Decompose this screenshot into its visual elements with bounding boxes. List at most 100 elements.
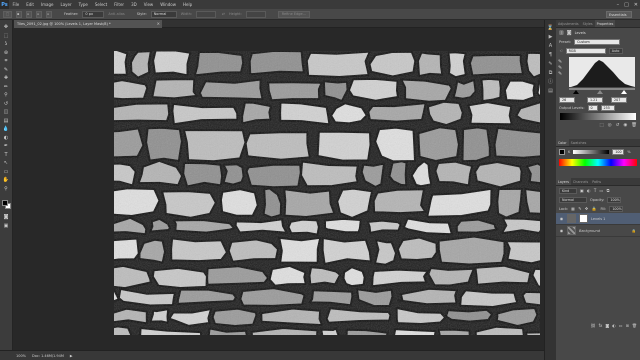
view-previous-icon[interactable]: ◎	[608, 123, 612, 128]
color-preview[interactable]	[559, 149, 565, 155]
tool-preset-picker[interactable]: ⬚	[3, 10, 12, 18]
close-window-button[interactable]: ✕	[634, 2, 638, 8]
preset-select[interactable]: Custom	[574, 38, 621, 45]
tab-channels[interactable]: Channels	[571, 178, 590, 185]
lasso-icon[interactable]: ʖ	[1, 40, 11, 48]
folder-icon[interactable]: ▭	[619, 323, 623, 328]
menu-layer[interactable]: Layer	[57, 2, 75, 7]
pen-icon[interactable]: ✒	[1, 142, 11, 150]
tab-styles[interactable]: Styles	[581, 20, 595, 27]
menu-image[interactable]: Image	[37, 2, 57, 7]
history-brush-icon[interactable]: ↺	[1, 100, 11, 108]
kind-filter-select[interactable]: Kind	[559, 187, 577, 194]
brush-icon[interactable]: ✏	[1, 83, 11, 91]
foreground-color-swatch[interactable]	[2, 200, 8, 206]
hand-icon[interactable]: ✋	[1, 176, 11, 184]
swap-icon[interactable]: ⇄	[222, 12, 225, 16]
nav-icon[interactable]: ▤	[547, 87, 555, 94]
input-black[interactable]: 26	[559, 96, 575, 103]
feather-input[interactable]: 0 px	[82, 10, 105, 18]
blend-mode-select[interactable]: Normal	[559, 196, 587, 203]
output-black[interactable]: 0	[587, 105, 598, 111]
eraser-icon[interactable]: ◫	[1, 108, 11, 116]
link-icon[interactable]: ⛓	[591, 323, 596, 328]
shape-icon[interactable]: ▭	[1, 168, 11, 176]
char-icon[interactable]: A	[547, 42, 555, 49]
mask-icon[interactable]: ◙	[605, 323, 609, 328]
opacity-input[interactable]: 100%	[607, 196, 622, 203]
marquee-icon[interactable]: ⬚	[1, 32, 11, 40]
eyedropper-icon[interactable]: ✎	[1, 66, 11, 74]
menu-select[interactable]: Select	[91, 2, 110, 7]
tab-layers[interactable]: Layers	[556, 178, 571, 185]
layer-thumb[interactable]	[567, 226, 576, 235]
type-icon[interactable]: T	[1, 151, 11, 159]
height-input[interactable]	[245, 10, 266, 18]
menu-file[interactable]: File	[9, 2, 23, 7]
tab-adjustments[interactable]: Adjustments	[556, 20, 581, 27]
tab-paths[interactable]: Paths	[590, 178, 603, 185]
antialias-checkbox[interactable]: Anti-alias	[108, 12, 124, 16]
color-ramp[interactable]	[559, 159, 637, 166]
screen-mode-icon[interactable]: ▣	[1, 222, 11, 230]
adjust-icon[interactable]: ◐	[612, 323, 616, 328]
zoom-icon[interactable]: ⚲	[1, 185, 11, 193]
input-gamma[interactable]: 1.21	[587, 96, 603, 103]
refine-edge-button[interactable]: Refine Edge...	[277, 10, 310, 18]
add-selection-icon[interactable]: ▫	[26, 10, 32, 18]
tab-swatches[interactable]: Swatches	[569, 139, 589, 146]
menu-edit[interactable]: Edit	[23, 2, 38, 7]
healing-icon[interactable]: ✚	[1, 74, 11, 82]
dodge-icon[interactable]: ◐	[1, 134, 11, 142]
tab-properties[interactable]: Properties	[594, 20, 616, 27]
intersect-selection-icon[interactable]: ▫	[46, 10, 52, 18]
eye-icon[interactable]: ◉	[559, 228, 564, 233]
stone-wall-image[interactable]	[114, 51, 540, 335]
input-white[interactable]: 207	[611, 96, 627, 103]
close-tab-icon[interactable]: ×	[157, 21, 160, 26]
auto-button[interactable]: Auto	[608, 47, 623, 54]
fx-icon[interactable]: fx	[599, 323, 603, 328]
adjustment-thumb[interactable]	[567, 214, 576, 223]
actions-icon[interactable]: ▶	[547, 33, 555, 40]
new-selection-icon[interactable]: ▪	[16, 10, 22, 18]
menu-filter[interactable]: Filter	[111, 2, 128, 7]
clip-icon[interactable]: ⬚	[599, 123, 603, 128]
info-icon[interactable]: ⓘ	[547, 78, 555, 85]
visibility-icon[interactable]: ◉	[623, 123, 627, 128]
subtract-selection-icon[interactable]: ▫	[36, 10, 42, 18]
menu-view[interactable]: View	[140, 2, 157, 7]
para-icon[interactable]: ¶	[547, 51, 555, 58]
trash-icon[interactable]: 🗑	[632, 323, 637, 328]
zoom-level[interactable]: 100%	[16, 354, 26, 358]
layer-row[interactable]: ◉ Levels 1	[556, 213, 640, 225]
levels-slider[interactable]	[567, 88, 637, 94]
eyedropper-icons[interactable]: ✎ ✎ ✎	[558, 59, 568, 77]
output-gradient[interactable]	[560, 113, 636, 120]
status-menu-icon[interactable]: ▶	[70, 354, 73, 358]
menu-type[interactable]: Type	[75, 2, 91, 7]
mask-toggle-icon[interactable]: ◙	[567, 30, 572, 36]
channel-select[interactable]: RGB	[565, 47, 606, 54]
maximize-button[interactable]: □	[624, 2, 629, 8]
clone-icon[interactable]: ⧉	[547, 69, 555, 76]
minimize-button[interactable]: –	[617, 2, 620, 8]
output-white[interactable]: 255	[600, 105, 615, 111]
hand-adjust-icon[interactable]: ☜	[559, 48, 563, 53]
move-icon[interactable]: ✥	[1, 23, 11, 31]
width-input[interactable]	[196, 10, 217, 18]
quick-select-icon[interactable]: ⊛	[1, 49, 11, 57]
menu-help[interactable]: Help	[179, 2, 195, 7]
gradient-icon[interactable]: ▤	[1, 117, 11, 125]
workspace-select[interactable]: Essentials	[606, 11, 632, 18]
brush-icon[interactable]: ✎	[547, 60, 555, 67]
path-select-icon[interactable]: ↖	[1, 159, 11, 167]
crop-icon[interactable]: ⌗	[1, 57, 11, 65]
menu-3d[interactable]: 3D	[128, 2, 141, 7]
k-slider[interactable]	[573, 150, 610, 154]
eye-icon[interactable]: ◉	[559, 216, 564, 221]
canvas-area[interactable]	[14, 28, 544, 349]
quick-mask-icon[interactable]: ◙	[1, 213, 11, 221]
blur-icon[interactable]: 💧	[1, 125, 11, 133]
menu-window[interactable]: Window	[157, 2, 180, 7]
